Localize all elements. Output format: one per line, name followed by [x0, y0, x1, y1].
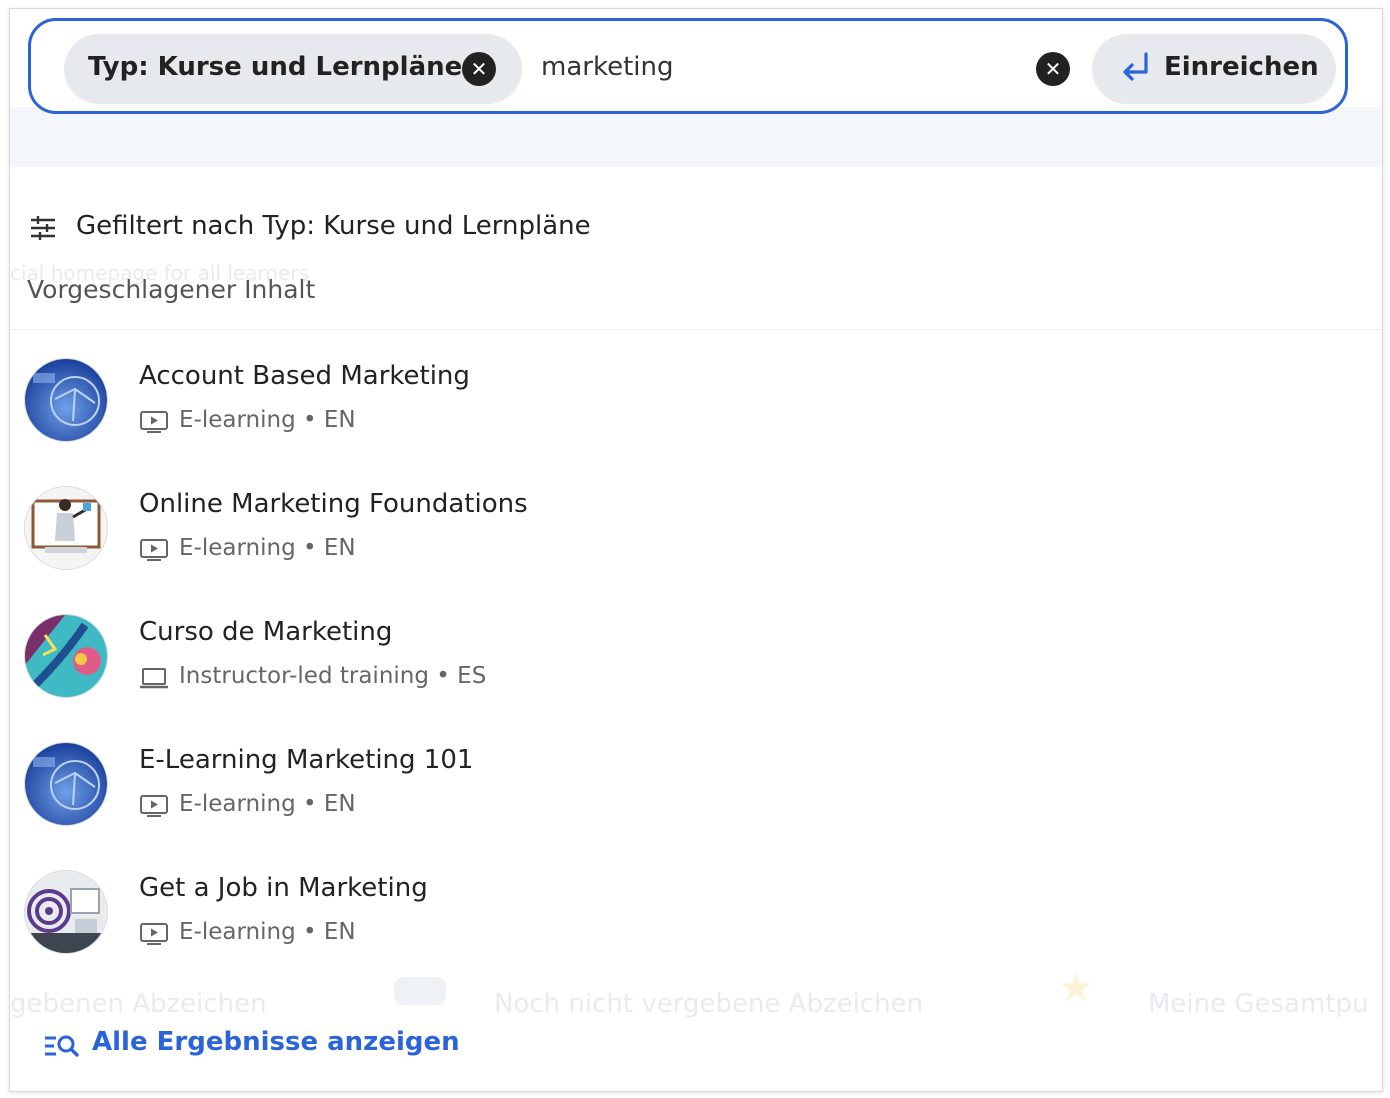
search-input[interactable]: [539, 41, 1023, 93]
divider: [10, 329, 1382, 330]
item-title: Online Marketing Foundations: [139, 489, 528, 519]
course-thumbnail: [25, 359, 107, 441]
background-badge-icon: [394, 977, 446, 1005]
list-item[interactable]: E-Learning Marketing 101 E-learning • EN: [25, 743, 1225, 853]
item-meta-text: E-learning • EN: [179, 535, 356, 561]
item-title: Account Based Marketing: [139, 361, 470, 391]
list-item[interactable]: Curso de Marketing Instructor-led traini…: [25, 615, 1225, 725]
type-filter-chip-label: Typ: Kurse und Lernpläne: [88, 52, 463, 82]
filter-sliders-icon: [31, 216, 55, 240]
search-dropdown-panel: cial homepage for all learners ★ gebenen…: [9, 8, 1383, 1092]
clear-search-icon[interactable]: ✕: [1036, 52, 1070, 86]
course-thumbnail: [25, 871, 107, 953]
submit-button[interactable]: Einreichen: [1092, 34, 1336, 104]
show-all-results-label: Alle Ergebnisse anzeigen: [92, 1027, 460, 1057]
course-thumbnail: [25, 743, 107, 825]
suggested-content-heading: Vorgeschlagener Inhalt: [27, 275, 316, 304]
submit-button-label: Einreichen: [1164, 52, 1319, 82]
background-band: [10, 107, 1382, 167]
item-title: Curso de Marketing: [139, 617, 393, 647]
list-item[interactable]: Account Based Marketing E-learning • EN: [25, 359, 1225, 469]
play-screen-icon: [140, 411, 168, 433]
item-title: Get a Job in Marketing: [139, 873, 428, 903]
course-thumbnail: [25, 615, 107, 697]
item-meta-text: E-learning • EN: [179, 919, 356, 945]
item-title: E-Learning Marketing 101: [139, 745, 474, 775]
remove-filter-icon[interactable]: ✕: [462, 52, 496, 86]
list-item[interactable]: Online Marketing Foundations E-learning …: [25, 487, 1225, 597]
list-item[interactable]: Get a Job in Marketing E-learning • EN: [25, 871, 1225, 981]
search-bar: Typ: Kurse und Lernpläne ✕ ✕ Einreichen: [28, 18, 1348, 114]
background-text: Noch nicht vergebene Abzeichen: [494, 989, 924, 1019]
item-meta-text: E-learning • EN: [179, 791, 356, 817]
play-screen-icon: [140, 795, 168, 817]
laptop-icon: [140, 668, 168, 689]
list-search-icon: [45, 1035, 79, 1057]
item-meta-text: Instructor-led training • ES: [179, 663, 487, 689]
type-filter-chip[interactable]: Typ: Kurse und Lernpläne ✕: [64, 34, 522, 104]
background-text: gebenen Abzeichen: [10, 989, 267, 1019]
active-filter-label: Gefiltert nach Typ: Kurse und Lernpläne: [76, 211, 591, 241]
course-thumbnail: [25, 487, 107, 569]
play-screen-icon: [140, 539, 168, 561]
item-meta-text: E-learning • EN: [179, 407, 356, 433]
play-screen-icon: [140, 923, 168, 945]
enter-icon: [1123, 52, 1148, 81]
background-text: Meine Gesamtpu: [1148, 989, 1369, 1019]
